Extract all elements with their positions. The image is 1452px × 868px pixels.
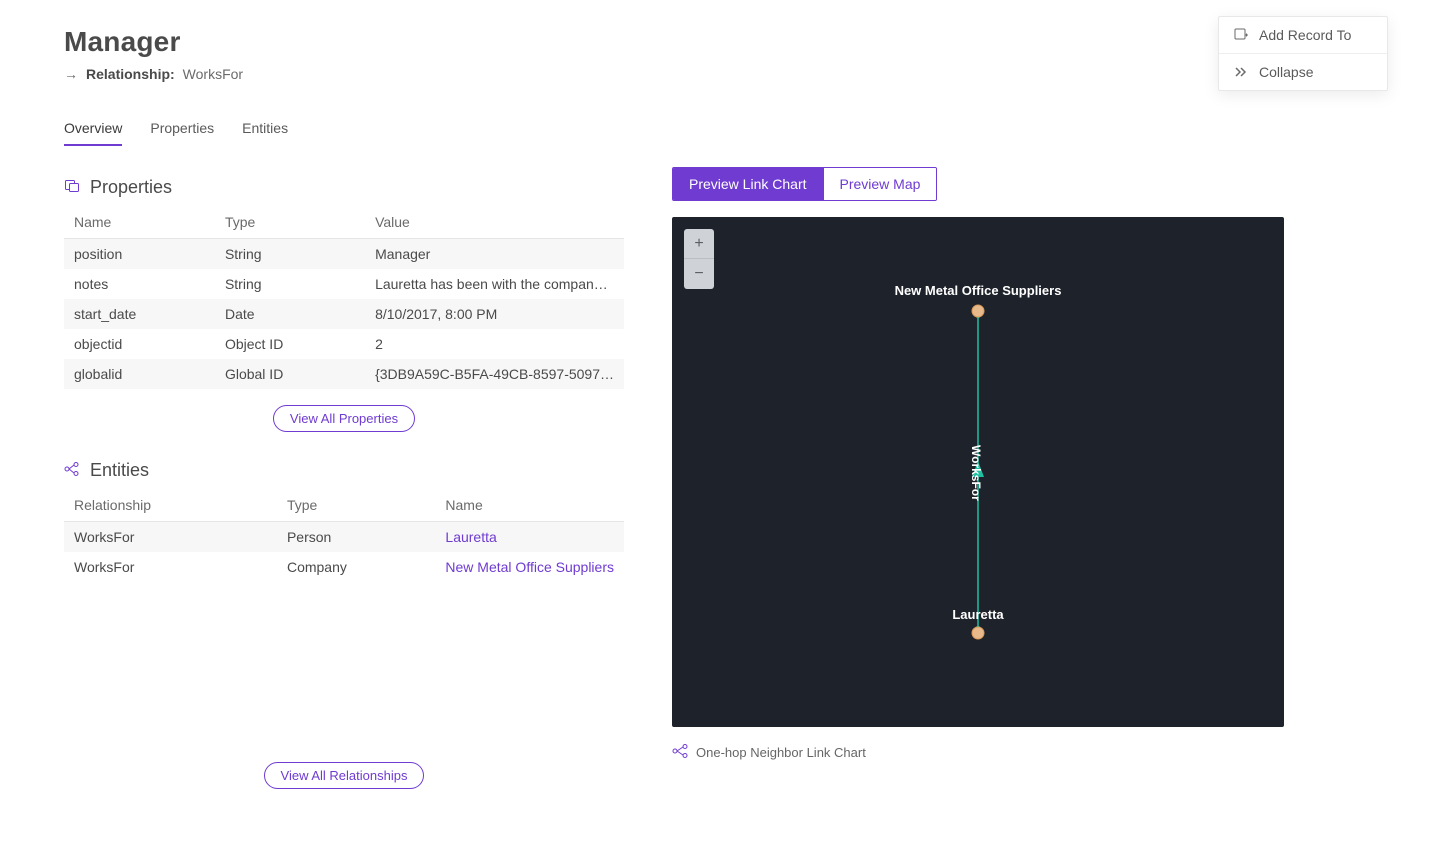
tab-overview[interactable]: Overview (64, 112, 122, 146)
table-row: objectidObject ID2 (64, 329, 624, 359)
properties-col-type: Type (215, 206, 365, 239)
entities-section-header: Entities (64, 460, 624, 481)
add-record-to-menu-item[interactable]: Add Record To (1219, 17, 1387, 53)
node-top-label: New Metal Office Suppliers (895, 283, 1062, 298)
relationship-value: WorksFor (183, 66, 243, 82)
breadcrumb: → Relationship: WorksFor (64, 66, 1388, 82)
table-row: globalidGlobal ID{3DB9A59C-B5FA-49CB-859… (64, 359, 624, 389)
table-row: WorksForPersonLauretta (64, 522, 624, 553)
tab-bar: Overview Properties Entities (64, 112, 1388, 147)
table-row: start_dateDate8/10/2017, 8:00 PM (64, 299, 624, 329)
preview-link-chart-button[interactable]: Preview Link Chart (673, 168, 823, 200)
properties-table: Name Type Value positionStringManager no… (64, 206, 624, 389)
view-all-properties-button[interactable]: View All Properties (273, 405, 415, 432)
entities-icon (64, 461, 80, 480)
table-row: notesStringLauretta has been with the co… (64, 269, 624, 299)
entity-link[interactable]: New Metal Office Suppliers (445, 559, 614, 575)
collapse-menu-item[interactable]: Collapse (1219, 53, 1387, 90)
properties-title: Properties (90, 177, 172, 198)
properties-col-name: Name (64, 206, 215, 239)
entities-col-type: Type (277, 489, 435, 522)
tab-entities[interactable]: Entities (242, 112, 288, 146)
entities-title: Entities (90, 460, 149, 481)
preview-map-button[interactable]: Preview Map (823, 168, 937, 200)
node-bottom-label: Lauretta (952, 607, 1004, 622)
entities-col-name: Name (435, 489, 624, 522)
entities-table: Relationship Type Name WorksForPersonLau… (64, 489, 624, 582)
relationship-label: Relationship: (86, 66, 175, 82)
properties-icon (64, 178, 80, 197)
properties-col-value: Value (365, 206, 624, 239)
chart-caption: One-hop Neighbor Link Chart (672, 743, 1388, 762)
add-record-to-label: Add Record To (1259, 27, 1351, 43)
action-menu: Add Record To Collapse (1218, 16, 1388, 91)
entity-link[interactable]: Lauretta (445, 529, 496, 545)
graph-icon (672, 743, 688, 762)
page-title: Manager (64, 26, 1388, 58)
collapse-label: Collapse (1259, 64, 1313, 80)
edge-label: WorksFor (969, 445, 983, 501)
chart-caption-text: One-hop Neighbor Link Chart (696, 745, 866, 760)
table-row: positionStringManager (64, 239, 624, 270)
node-top[interactable] (972, 305, 984, 317)
view-all-relationships-button[interactable]: View All Relationships (264, 762, 425, 789)
table-row: WorksForCompanyNew Metal Office Supplier… (64, 552, 624, 582)
arrow-right-icon: → (64, 66, 78, 82)
tab-properties[interactable]: Properties (150, 112, 214, 146)
preview-toggle: Preview Link Chart Preview Map (672, 167, 937, 201)
properties-section-header: Properties (64, 177, 624, 198)
link-chart-canvas[interactable]: + − WorksFor New Metal Office (672, 217, 1284, 727)
add-to-icon (1233, 27, 1249, 43)
chevrons-right-icon (1233, 64, 1249, 80)
node-bottom[interactable] (972, 627, 984, 639)
entities-col-relationship: Relationship (64, 489, 277, 522)
